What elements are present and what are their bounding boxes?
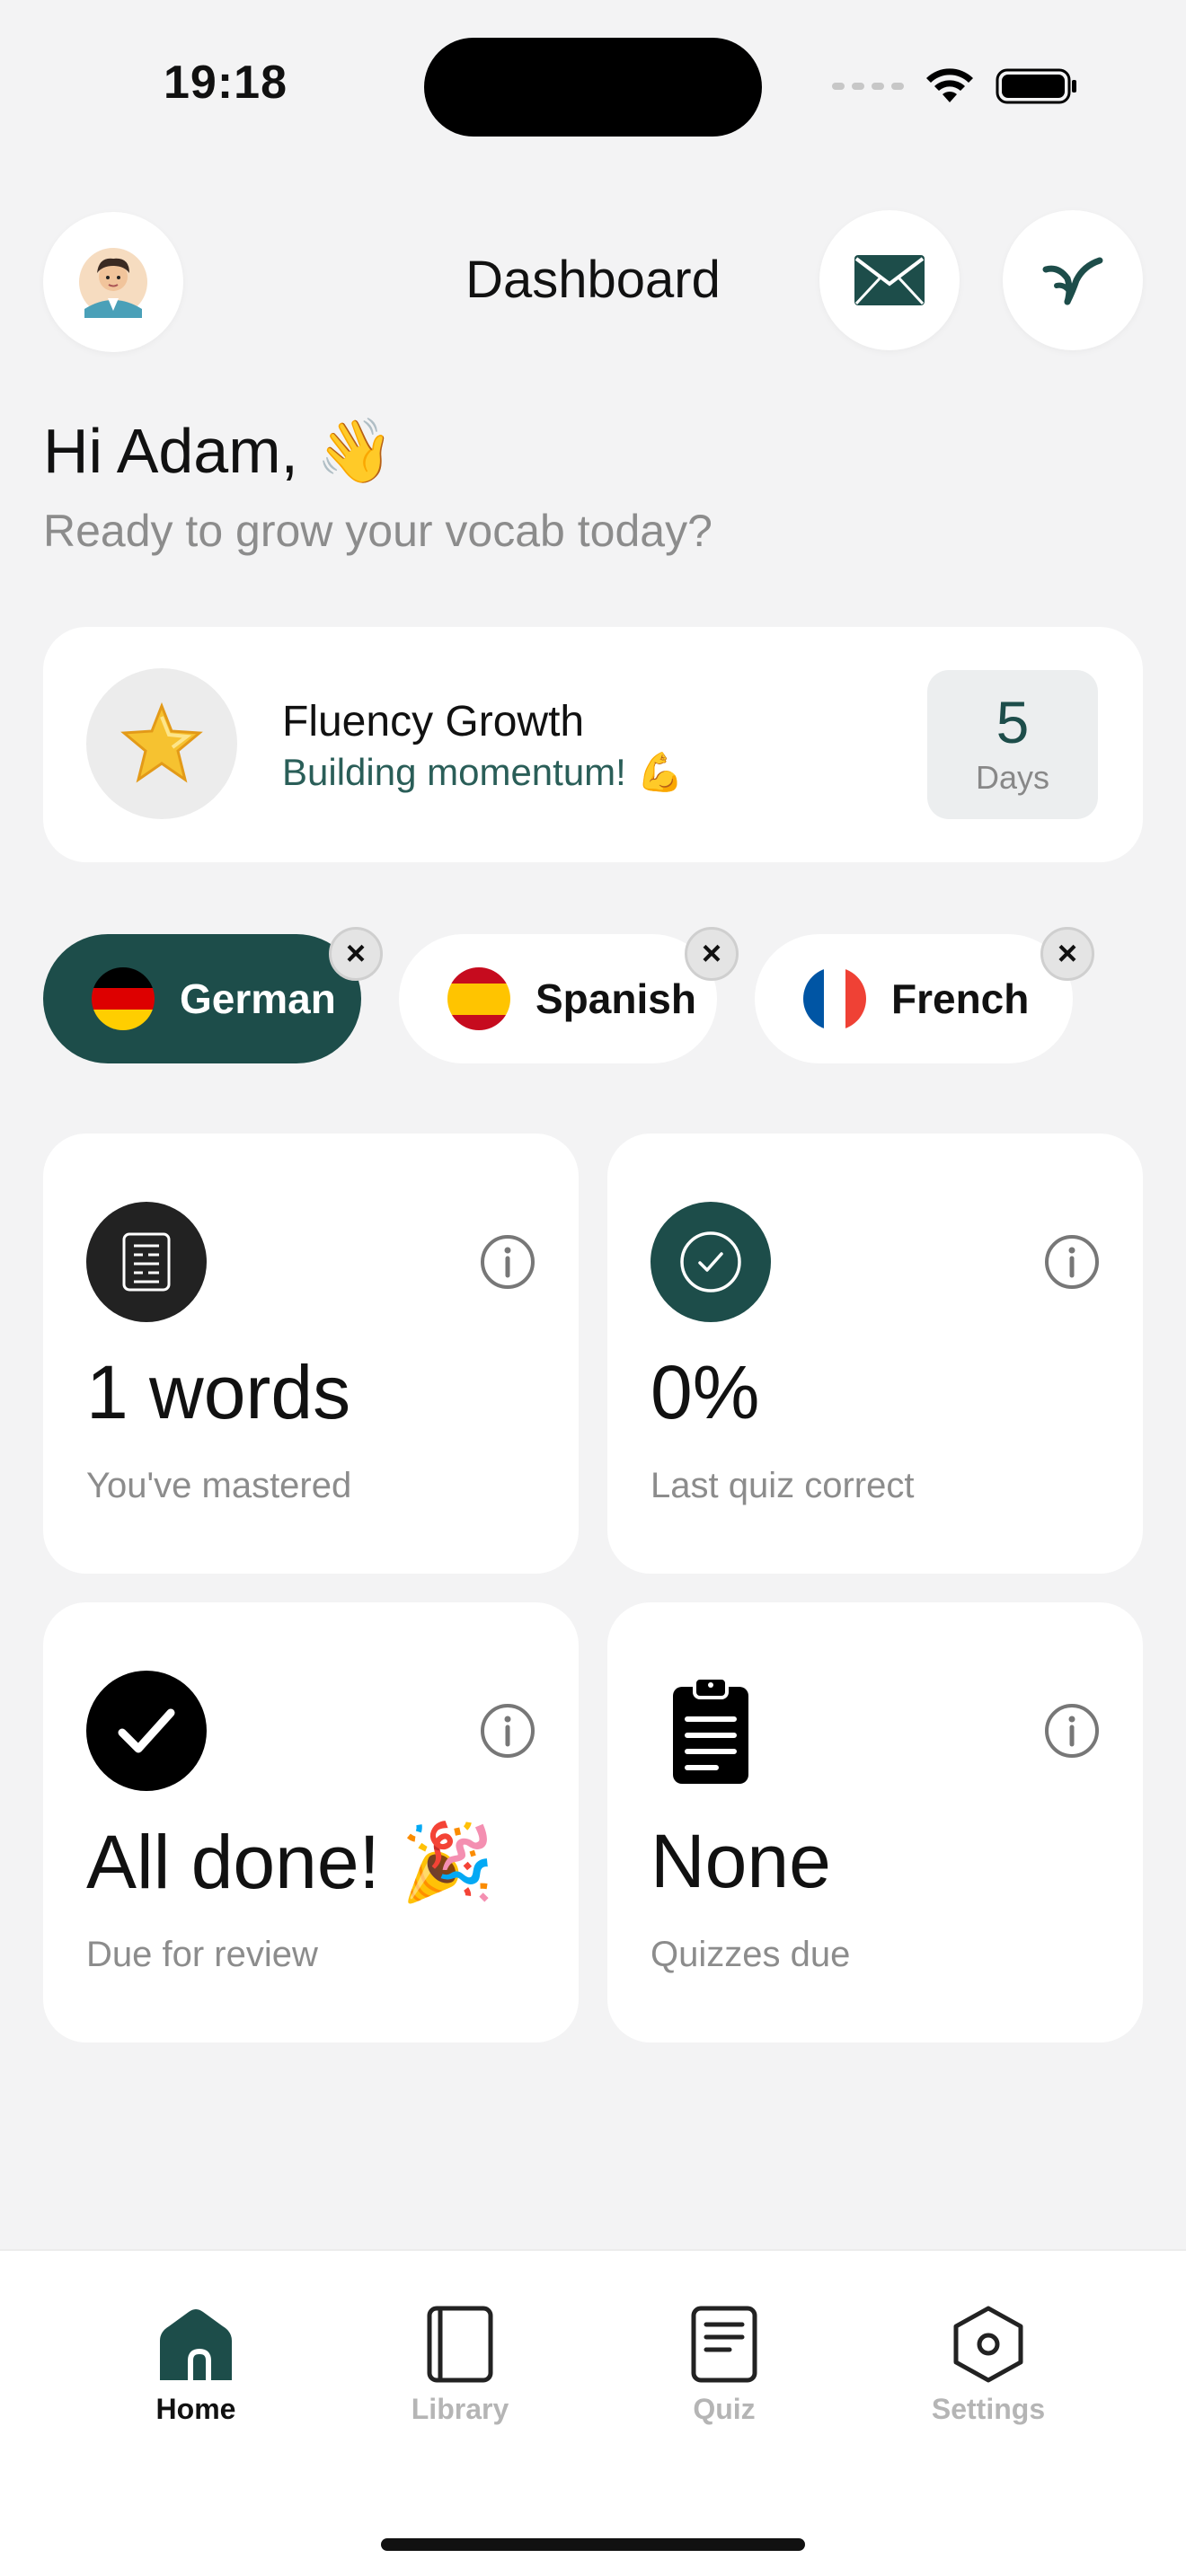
tab-home[interactable]: Home [97, 2305, 295, 2426]
remove-french-button[interactable]: × [1040, 927, 1094, 981]
mastered-words-card[interactable]: 1 words You've mastered [43, 1134, 579, 1574]
last-quiz-card[interactable]: 0% Last quiz correct [607, 1134, 1143, 1574]
streak-days-label: Days [975, 759, 1050, 796]
language-chip-label: French [891, 975, 1030, 1022]
status-icons [832, 66, 1078, 106]
bottom-nav: Home Library Quiz Settings [0, 2249, 1186, 2576]
language-chip-german[interactable]: German [43, 934, 361, 1063]
streak-days-box: 5 Days [927, 670, 1098, 819]
quizzes-due-card[interactable]: None Quizzes due [607, 1602, 1143, 2042]
dynamic-island [424, 38, 762, 137]
tab-settings[interactable]: Settings [890, 2305, 1087, 2426]
review-value: All done! 🎉 [86, 1820, 495, 1904]
mastered-value: 1 words [86, 1350, 351, 1434]
signal-icon [832, 83, 904, 90]
tab-label: Library [411, 2393, 509, 2425]
messages-button[interactable] [819, 210, 960, 350]
quiz-icon [691, 2306, 757, 2383]
close-icon: × [1057, 934, 1078, 973]
status-time: 19:18 [164, 57, 288, 109]
streak-days-value: 5 [996, 689, 1030, 755]
quizzes-due-label: Quizzes due [651, 1935, 851, 1974]
spain-flag-icon [447, 967, 510, 1030]
tab-label: Quiz [693, 2393, 756, 2425]
tab-label: Settings [931, 2393, 1046, 2425]
remove-spanish-button[interactable]: × [685, 927, 739, 981]
review-card[interactable]: All done! 🎉 Due for review [43, 1602, 579, 2042]
checkmark-icon [86, 1671, 207, 1791]
language-chip-label: German [180, 975, 336, 1022]
streak-title: Fluency Growth [282, 698, 585, 745]
home-indicator [381, 2538, 805, 2551]
quiz-value: 0% [651, 1350, 760, 1434]
wifi-icon [926, 68, 973, 102]
info-icon[interactable] [1044, 1234, 1100, 1290]
quiz-label: Last quiz correct [651, 1466, 915, 1505]
document-icon [86, 1202, 207, 1322]
library-icon [427, 2306, 493, 2383]
mastered-label: You've mastered [86, 1466, 352, 1505]
greeting-subtitle: Ready to grow your vocab today? [43, 506, 712, 556]
germany-flag-icon [92, 967, 155, 1030]
app-logo-button[interactable] [1003, 210, 1143, 350]
star-icon [120, 701, 203, 783]
app-logo-icon [1042, 257, 1103, 305]
language-chip-label: Spanish [535, 975, 696, 1022]
check-circle-icon [651, 1202, 771, 1322]
streak-subtitle: Building momentum! 💪 [282, 751, 684, 793]
greeting-title: Hi Adam, 👋 [43, 415, 394, 489]
tab-quiz[interactable]: Quiz [625, 2305, 823, 2426]
clipboard-icon [651, 1671, 771, 1791]
tab-library[interactable]: Library [361, 2305, 559, 2426]
greeting-text: Hi Adam, [43, 416, 298, 486]
info-icon[interactable] [480, 1703, 535, 1759]
quizzes-due-value: None [651, 1819, 831, 1903]
france-flag-icon [803, 967, 866, 1030]
language-chip-spanish[interactable]: Spanish [399, 934, 717, 1063]
close-icon: × [345, 934, 367, 973]
wave-emoji: 👋 [315, 416, 394, 486]
info-icon[interactable] [1044, 1703, 1100, 1759]
info-icon[interactable] [480, 1234, 535, 1290]
settings-icon [953, 2306, 1023, 2383]
star-badge [86, 668, 237, 819]
review-label: Due for review [86, 1935, 318, 1974]
fluency-growth-card[interactable]: Fluency Growth Building momentum! 💪 5 Da… [43, 627, 1143, 862]
mail-icon [854, 255, 925, 305]
battery-icon [996, 68, 1076, 104]
tab-label: Home [155, 2393, 236, 2425]
home-icon [160, 2309, 232, 2380]
language-chip-french[interactable]: French [755, 934, 1073, 1063]
remove-german-button[interactable]: × [329, 927, 383, 981]
close-icon: × [701, 934, 722, 973]
